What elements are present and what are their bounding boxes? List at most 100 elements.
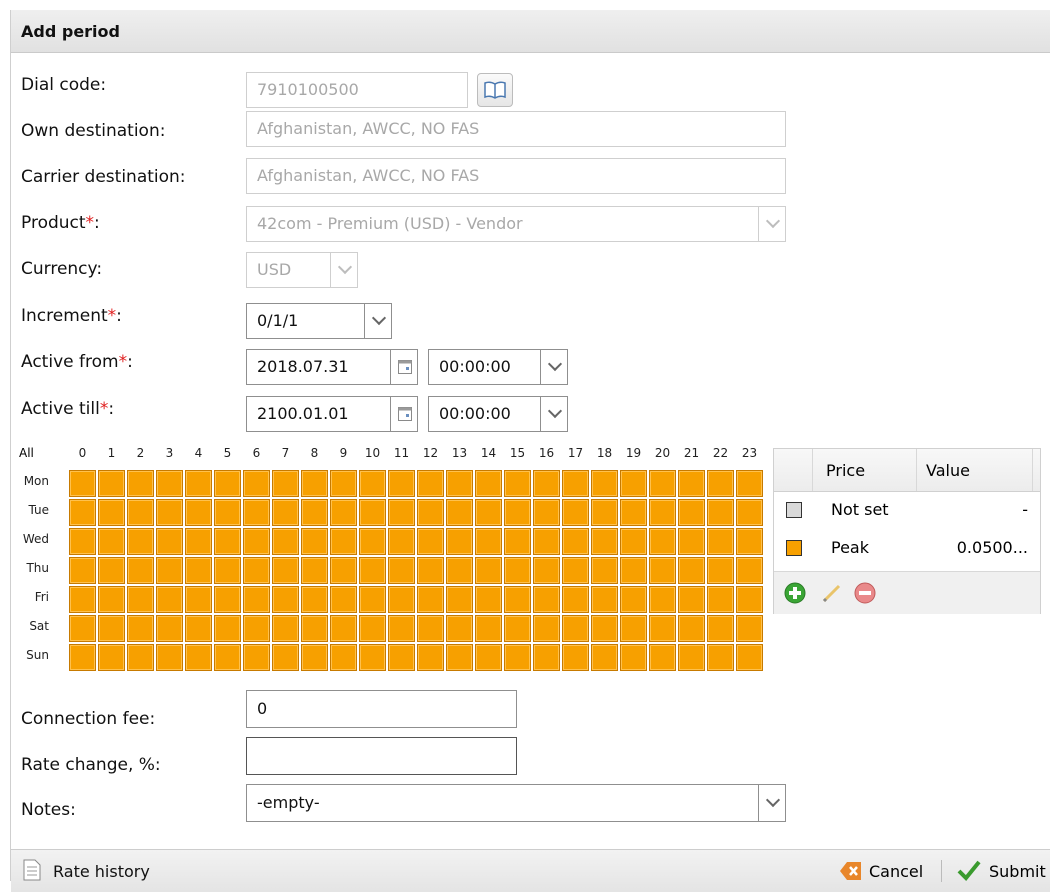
schedule-cell[interactable] [301,528,328,555]
currency-select[interactable]: USD [246,252,358,288]
schedule-cell[interactable] [359,644,386,671]
schedule-cell[interactable] [620,528,647,555]
schedule-cell[interactable] [127,557,154,584]
dial-code-lookup-button[interactable] [477,73,513,107]
hour-header[interactable]: 18 [590,446,619,460]
schedule-cell[interactable] [330,615,357,642]
schedule-cell[interactable] [330,557,357,584]
schedule-cell[interactable] [272,499,299,526]
dial-code-input[interactable]: 7910100500 [246,72,468,108]
schedule-cell[interactable] [591,499,618,526]
schedule-cell[interactable] [417,528,444,555]
schedule-cell[interactable] [156,557,183,584]
schedule-cell[interactable] [446,499,473,526]
schedule-cell[interactable] [330,586,357,613]
schedule-cell[interactable] [678,586,705,613]
carrier-destination-input[interactable]: Afghanistan, AWCC, NO FAS [246,158,786,194]
schedule-cell[interactable] [243,557,270,584]
active-till-time-dropdown-button[interactable] [540,397,567,431]
schedule-cell[interactable] [591,528,618,555]
schedule-cell[interactable] [504,528,531,555]
hour-header[interactable]: 3 [155,446,184,460]
schedule-cell[interactable] [301,586,328,613]
rate-change-input[interactable] [246,737,517,775]
schedule-cell[interactable] [417,557,444,584]
schedule-cell[interactable] [562,470,589,497]
schedule-cell[interactable] [475,470,502,497]
schedule-cell[interactable] [214,615,241,642]
schedule-cell[interactable] [504,470,531,497]
schedule-cell[interactable] [707,470,734,497]
day-label[interactable]: Wed [19,532,49,546]
schedule-cell[interactable] [620,586,647,613]
active-from-calendar-button[interactable] [390,350,417,384]
active-from-time-dropdown-button[interactable] [540,350,567,384]
schedule-cell[interactable] [127,470,154,497]
hour-header[interactable]: 10 [358,446,387,460]
schedule-cell[interactable] [649,615,676,642]
schedule-cell[interactable] [736,586,763,613]
schedule-cell[interactable] [504,586,531,613]
schedule-cell[interactable] [649,499,676,526]
schedule-cell[interactable] [127,586,154,613]
schedule-cell[interactable] [649,557,676,584]
schedule-cell[interactable] [98,499,125,526]
hour-header[interactable]: 11 [387,446,416,460]
schedule-cell[interactable] [359,528,386,555]
schedule-cell[interactable] [707,644,734,671]
active-from-date-input[interactable]: 2018.07.31 [246,349,418,385]
day-label[interactable]: Mon [19,474,49,488]
hour-header[interactable]: 13 [445,446,474,460]
active-till-time-select[interactable]: 00:00:00 [428,396,568,432]
schedule-cell[interactable] [243,470,270,497]
schedule-cell[interactable] [185,586,212,613]
add-icon[interactable] [784,582,806,604]
schedule-cell[interactable] [272,470,299,497]
remove-icon[interactable] [854,582,876,604]
schedule-cell[interactable] [649,586,676,613]
active-till-date-input[interactable]: 2100.01.01 [246,396,418,432]
hour-header[interactable]: 21 [677,446,706,460]
schedule-cell[interactable] [533,557,560,584]
schedule-cell[interactable] [214,586,241,613]
schedule-cell[interactable] [388,499,415,526]
schedule-cell[interactable] [185,615,212,642]
price-row-not-set[interactable]: Not set - [774,491,1040,529]
active-till-calendar-button[interactable] [390,397,417,431]
rate-history-button[interactable]: Rate history [11,850,181,892]
schedule-cell[interactable] [649,470,676,497]
schedule-cell[interactable] [678,470,705,497]
schedule-cell[interactable] [620,615,647,642]
schedule-cell[interactable] [649,644,676,671]
schedule-cell[interactable] [446,557,473,584]
schedule-cell[interactable] [359,557,386,584]
schedule-cell[interactable] [156,499,183,526]
hour-header[interactable]: 17 [561,446,590,460]
schedule-cell[interactable] [446,615,473,642]
schedule-cell[interactable] [417,615,444,642]
hour-header[interactable]: 5 [213,446,242,460]
hour-header[interactable]: 14 [474,446,503,460]
schedule-cell[interactable] [475,615,502,642]
day-label[interactable]: Fri [19,590,49,604]
schedule-cell[interactable] [98,470,125,497]
hour-header[interactable]: 22 [706,446,735,460]
schedule-cell[interactable] [417,470,444,497]
schedule-cell[interactable] [185,557,212,584]
schedule-cell[interactable] [359,499,386,526]
schedule-cell[interactable] [504,644,531,671]
schedule-cell[interactable] [388,470,415,497]
product-select[interactable]: 42com - Premium (USD) - Vendor [246,206,786,242]
schedule-cell[interactable] [707,499,734,526]
schedule-cell[interactable] [591,615,618,642]
schedule-cell[interactable] [69,470,96,497]
schedule-cell[interactable] [98,644,125,671]
hour-header[interactable]: 9 [329,446,358,460]
schedule-cell[interactable] [388,528,415,555]
schedule-cell[interactable] [417,644,444,671]
schedule-cell[interactable] [707,528,734,555]
schedule-cell[interactable] [475,557,502,584]
schedule-cell[interactable] [388,644,415,671]
schedule-cell[interactable] [533,470,560,497]
schedule-cell[interactable] [272,644,299,671]
